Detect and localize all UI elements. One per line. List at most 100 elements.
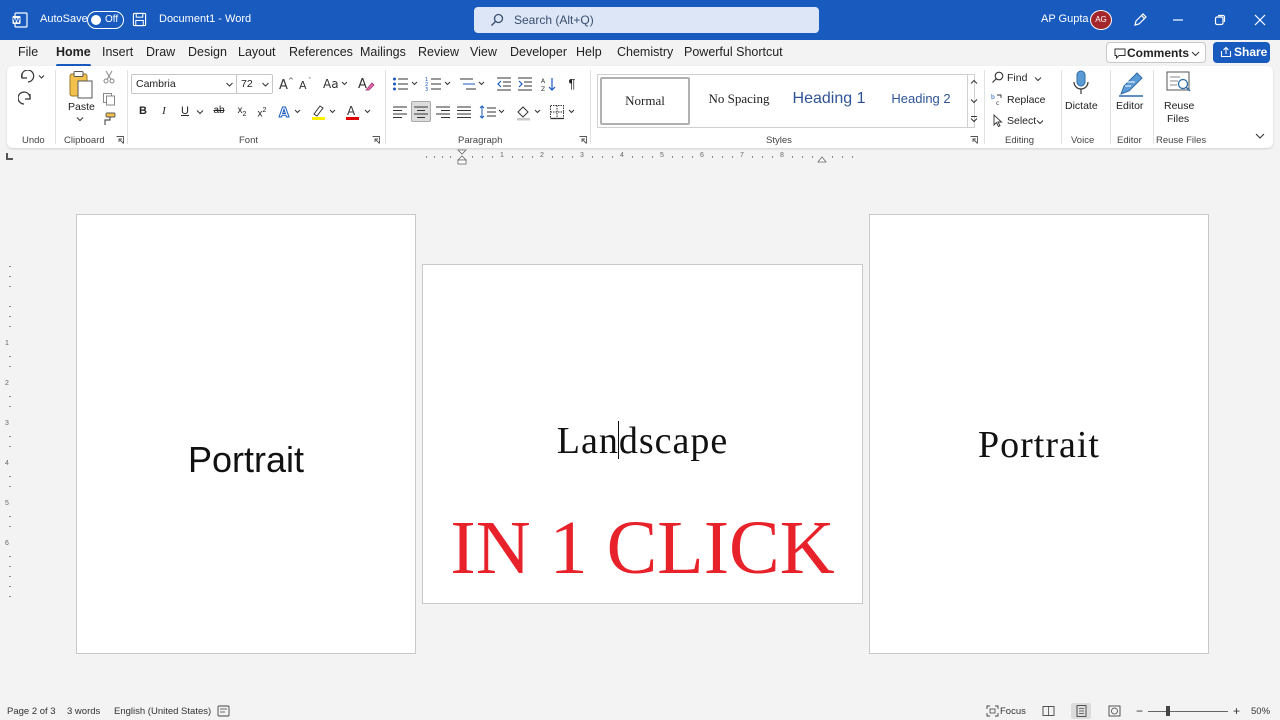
zoom-slider[interactable]: [1148, 711, 1228, 712]
page-portrait-2[interactable]: Portrait: [869, 214, 1209, 654]
language-indicator[interactable]: English (United States): [114, 706, 211, 717]
text-effects-icon[interactable]: A: [278, 104, 304, 120]
chevron-down-icon[interactable]: [196, 108, 204, 116]
tab-chemistry[interactable]: Chemistry: [617, 45, 673, 59]
horizontal-ruler[interactable]: 1 2 3 4 5 6 7 8: [422, 149, 862, 165]
tab-layout[interactable]: Layout: [238, 45, 276, 59]
find-label[interactable]: Find: [1007, 72, 1027, 84]
reuse-label-2[interactable]: Files: [1167, 113, 1189, 125]
bold-button[interactable]: B: [135, 103, 151, 119]
tab-references[interactable]: References: [289, 45, 353, 59]
dictate-label[interactable]: Dictate: [1065, 100, 1098, 112]
tab-developer[interactable]: Developer: [510, 45, 567, 59]
tab-insert[interactable]: Insert: [102, 45, 133, 59]
numbering-icon[interactable]: 123: [425, 76, 453, 92]
more-styles-icon[interactable]: [970, 115, 978, 123]
restore-icon[interactable]: [1212, 12, 1228, 28]
word-count[interactable]: 3 words: [67, 706, 100, 717]
tab-help[interactable]: Help: [576, 45, 602, 59]
borders-icon[interactable]: [549, 104, 577, 120]
align-left-icon[interactable]: [392, 104, 408, 120]
web-layout-icon[interactable]: [1108, 705, 1121, 717]
tab-powerful-shortcut[interactable]: Powerful Shortcut: [684, 45, 783, 59]
close-icon[interactable]: [1252, 12, 1268, 28]
minimize-icon[interactable]: [1170, 12, 1186, 28]
read-mode-icon[interactable]: [1042, 705, 1055, 717]
find-icon[interactable]: [991, 71, 1004, 84]
line-spacing-icon[interactable]: [479, 104, 507, 120]
dialog-launcher-icon[interactable]: [372, 136, 380, 144]
select-label[interactable]: Select: [1007, 115, 1036, 127]
collapse-ribbon-icon[interactable]: [1255, 132, 1265, 140]
undo-icon[interactable]: [18, 70, 46, 84]
zoom-in-button[interactable]: +: [1233, 704, 1240, 718]
chevron-up-icon[interactable]: [970, 78, 978, 86]
decrease-indent-icon[interactable]: [496, 76, 512, 92]
grow-shrink-font-icon[interactable]: A ^ Aˇ: [278, 76, 318, 92]
clear-formatting-icon[interactable]: A: [357, 75, 375, 93]
cut-icon[interactable]: [102, 70, 116, 84]
share-button[interactable]: Share: [1213, 42, 1270, 63]
tab-home[interactable]: Home: [56, 45, 91, 67]
style-heading-1[interactable]: Heading 1: [784, 77, 874, 125]
show-formatting-marks-icon[interactable]: ¶: [564, 76, 580, 92]
superscript-button[interactable]: x2: [254, 103, 270, 119]
indent-marker-icon[interactable]: [457, 149, 467, 165]
font-color-icon[interactable]: A: [345, 103, 373, 121]
style-heading-2[interactable]: Heading 2: [876, 77, 966, 125]
microphone-icon[interactable]: [1071, 70, 1091, 98]
page-count[interactable]: Page 2 of 3: [7, 706, 56, 717]
dialog-launcher-icon[interactable]: [579, 136, 587, 144]
format-painter-icon[interactable]: [102, 112, 116, 126]
sort-icon[interactable]: AZ: [541, 76, 557, 92]
align-center-button[interactable]: [411, 101, 431, 122]
user-name[interactable]: AP Gupta: [1041, 13, 1089, 25]
save-icon[interactable]: [132, 12, 147, 27]
chevron-down-icon[interactable]: [76, 115, 84, 123]
chevron-down-icon[interactable]: [970, 97, 978, 105]
font-size-combo[interactable]: 72: [236, 74, 273, 94]
focus-icon[interactable]: [986, 705, 999, 717]
dialog-launcher-icon[interactable]: [970, 136, 978, 144]
style-no-spacing[interactable]: No Spacing: [694, 77, 784, 125]
underline-button[interactable]: U: [177, 103, 193, 119]
right-indent-marker-icon[interactable]: [817, 155, 827, 163]
replace-label[interactable]: Replace: [1007, 94, 1046, 106]
styles-scroll[interactable]: [967, 74, 979, 128]
focus-label[interactable]: Focus: [1000, 706, 1026, 717]
zoom-out-button[interactable]: −: [1136, 704, 1143, 718]
tab-file[interactable]: File: [18, 45, 38, 59]
align-right-icon[interactable]: [435, 104, 451, 120]
chevron-down-icon[interactable]: [1034, 75, 1042, 83]
tab-review[interactable]: Review: [418, 45, 459, 59]
tab-selector[interactable]: [6, 153, 13, 160]
search-box[interactable]: Search (Alt+Q): [474, 7, 819, 33]
reuse-files-icon[interactable]: [1165, 70, 1193, 96]
dialog-launcher-icon[interactable]: [116, 136, 124, 144]
pen-icon[interactable]: [1132, 12, 1148, 28]
copy-icon[interactable]: [102, 92, 116, 106]
editor-label[interactable]: Editor: [1116, 100, 1143, 112]
subscript-button[interactable]: x2: [234, 103, 250, 119]
strikethrough-button[interactable]: ab: [211, 103, 227, 119]
autosave-toggle[interactable]: Off: [87, 11, 124, 29]
zoom-slider-thumb[interactable]: [1166, 706, 1170, 716]
select-cursor-icon[interactable]: [991, 114, 1004, 127]
highlight-color-icon[interactable]: [310, 103, 338, 121]
tab-draw[interactable]: Draw: [146, 45, 175, 59]
tab-view[interactable]: View: [470, 45, 497, 59]
change-case-icon[interactable]: Aa: [323, 76, 349, 92]
chevron-down-icon[interactable]: [1036, 118, 1044, 126]
redo-icon[interactable]: [18, 91, 34, 107]
replace-icon[interactable]: bc: [991, 93, 1004, 106]
paste-label[interactable]: Paste: [68, 101, 95, 113]
accessibility-icon[interactable]: [217, 705, 230, 717]
style-normal[interactable]: Normal: [600, 77, 690, 125]
tab-design[interactable]: Design: [188, 45, 227, 59]
comments-button[interactable]: Comments: [1106, 42, 1206, 63]
avatar[interactable]: AG: [1090, 10, 1112, 30]
justify-icon[interactable]: [456, 104, 472, 120]
page-landscape[interactable]: Landscape IN 1 CLICK: [422, 264, 863, 604]
italic-button[interactable]: I: [156, 103, 172, 119]
tab-mailings[interactable]: Mailings: [360, 45, 406, 59]
